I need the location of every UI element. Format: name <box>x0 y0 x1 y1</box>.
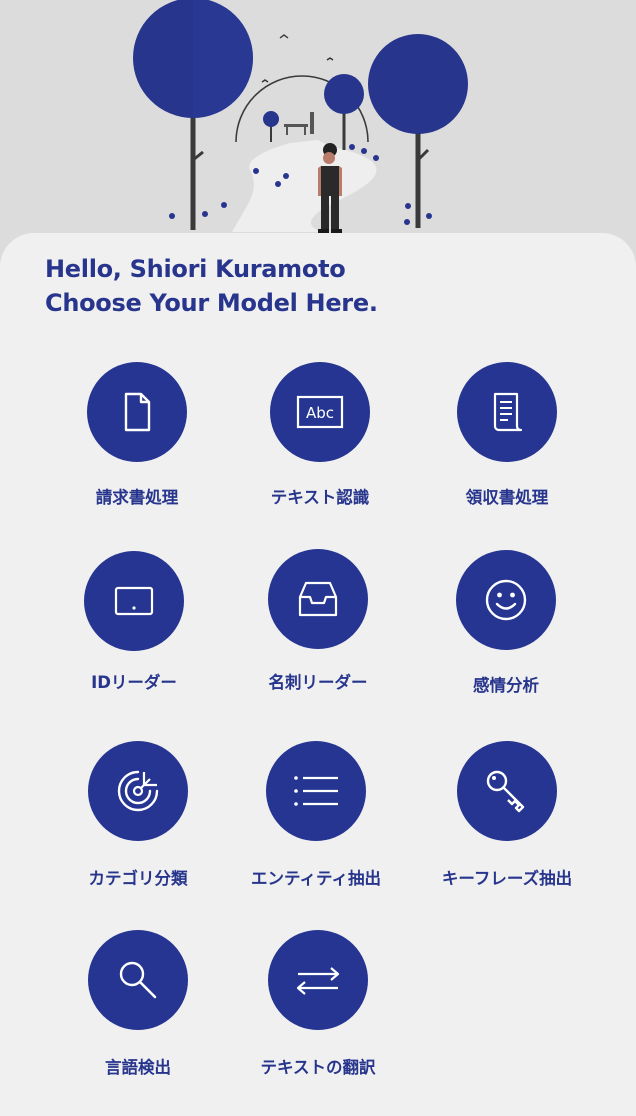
model-tile-id-reader[interactable]: IDリーダー <box>44 551 224 711</box>
model-tile-category[interactable]: カテゴリ分類 <box>48 741 228 901</box>
model-button-invoice[interactable] <box>87 362 187 462</box>
abc-text: Abc <box>306 404 334 422</box>
target-icon <box>117 770 159 812</box>
greeting-heading: Hello, Shiori Kuramoto Choose Your Model… <box>45 252 378 320</box>
model-tile-translation[interactable]: テキストの翻訳 <box>228 930 408 1090</box>
model-button-language-detection[interactable] <box>88 930 188 1030</box>
model-button-text-recognition[interactable]: Abc <box>270 362 370 462</box>
greeting-line-name: Hello, Shiori Kuramoto <box>45 255 346 283</box>
model-button-id-reader[interactable] <box>84 551 184 651</box>
greeting-line-prompt: Choose Your Model Here. <box>45 289 378 317</box>
model-label-receipt: 領収書処理 <box>465 488 549 507</box>
model-tile-keyphrase[interactable]: キーフレーズ抽出 <box>417 741 597 901</box>
model-label-keyphrase: キーフレーズ抽出 <box>441 869 573 888</box>
model-button-business-card[interactable] <box>268 549 368 649</box>
model-button-entity[interactable] <box>266 741 366 841</box>
text-abc-icon: Abc <box>296 395 344 429</box>
model-button-category[interactable] <box>88 741 188 841</box>
model-tile-entity[interactable]: エンティティ抽出 <box>226 741 406 901</box>
model-tile-language-detection[interactable]: 言語検出 <box>48 930 228 1090</box>
model-tile-sentiment[interactable]: 感情分析 <box>416 550 596 710</box>
model-label-sentiment: 感情分析 <box>473 676 539 695</box>
swap-arrows-icon <box>296 967 340 995</box>
search-icon <box>119 961 157 999</box>
document-icon <box>124 392 151 432</box>
smiley-icon <box>485 579 527 621</box>
inbox-tray-icon <box>298 581 338 617</box>
model-label-id-reader: IDリーダー <box>91 673 177 692</box>
model-button-receipt[interactable] <box>457 362 557 462</box>
model-tile-business-card[interactable]: 名刺リーダー <box>228 549 408 709</box>
model-tile-invoice[interactable]: 請求書処理 <box>47 362 227 522</box>
receipt-icon <box>493 392 523 432</box>
id-card-icon <box>114 586 154 616</box>
model-label-language-detection: 言語検出 <box>105 1058 171 1077</box>
model-tile-receipt[interactable]: 領収書処理 <box>417 362 597 522</box>
list-icon <box>294 776 338 806</box>
model-button-keyphrase[interactable] <box>457 741 557 841</box>
model-label-category: カテゴリ分類 <box>88 869 188 888</box>
model-label-translation: テキストの翻訳 <box>260 1058 376 1077</box>
model-label-entity: エンティティ抽出 <box>250 869 382 888</box>
model-tile-text-recognition[interactable]: Abc テキスト認識 <box>230 362 410 522</box>
model-button-sentiment[interactable] <box>456 550 556 650</box>
model-label-business-card: 名刺リーダー <box>268 673 368 692</box>
key-icon <box>486 770 525 813</box>
model-button-translation[interactable] <box>268 930 368 1030</box>
model-label-invoice: 請求書処理 <box>95 488 179 507</box>
model-label-text-recognition: テキスト認識 <box>270 488 370 507</box>
